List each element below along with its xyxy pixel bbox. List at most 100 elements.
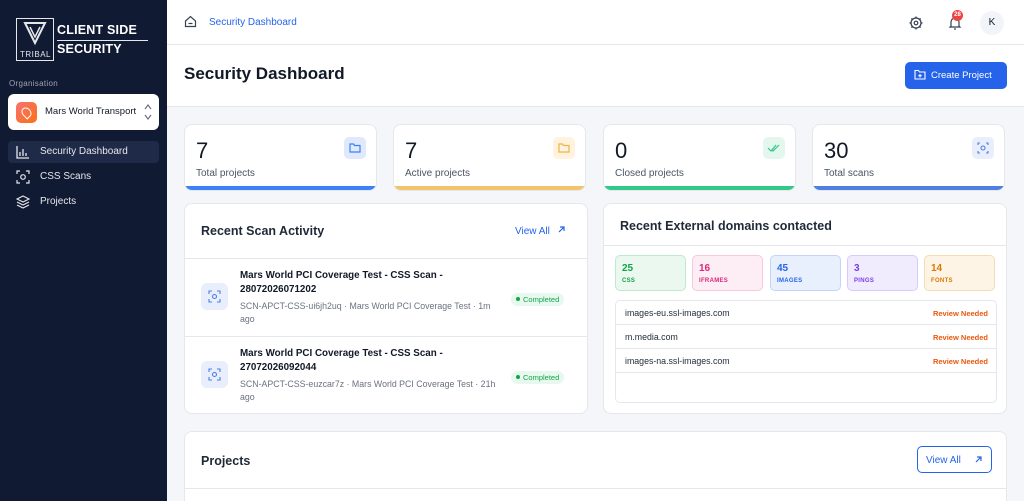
nav-label: Security Dashboard [40,146,128,157]
create-project-label: Create Project [931,70,992,81]
stat-accent-bar [394,186,585,190]
tile-label: FONTS [931,278,953,284]
divider [604,245,1006,246]
nav-label: Projects [40,196,77,207]
tile-count: 45 [777,263,789,274]
scan-icon [972,137,994,159]
tile-label: IMAGES [777,278,803,284]
domain-tile-pings[interactable]: 3 PINGS [847,255,918,291]
scan-icon [201,361,228,388]
stat-value: 7 [196,138,209,163]
folder-icon [553,137,575,159]
scan-icon [16,170,30,184]
page-header: Security Dashboard Create Project [167,45,1024,107]
domain-tile-images[interactable]: 45 IMAGES [770,255,841,291]
view-all-projects-button[interactable]: View All [917,446,992,473]
shield-logo-icon: TRIBAL [16,18,54,61]
org-name: Mars World Transport [45,106,137,117]
top-bar: Security Dashboard 28 K [167,0,1024,45]
nav-projects[interactable]: Projects [8,191,159,213]
nav-security-dashboard[interactable]: Security Dashboard [8,141,159,163]
tile-label: CSS [622,278,636,284]
recent-scan-activity-panel: Recent Scan Activity View All Mars World… [184,203,588,414]
status-badge: Completed [511,293,565,306]
arrow-up-right-icon [558,226,565,233]
external-domains-panel: Recent External domains contacted 25 CSS… [603,203,1007,414]
user-avatar[interactable]: K [980,11,1004,35]
sidebar: TRIBAL CLIENT SIDE SECURITY Organisation… [0,0,167,501]
status-dot-icon [516,375,520,379]
stat-accent-bar [604,186,795,190]
panel-title: Projects [201,454,251,468]
scan-row[interactable]: Mars World PCI Coverage Test - CSS Scan … [185,336,587,413]
domain-name: images-eu.ssl-images.com [625,308,730,318]
tile-count: 16 [699,263,711,274]
stat-card-closed-projects: 0 Closed projects [603,124,796,191]
brand-tag: TRIBAL [20,50,52,59]
domain-name: images-na.ssl-images.com [625,356,730,366]
tile-count: 3 [854,263,860,274]
arrow-up-right-icon [975,456,982,463]
status-badge: Completed [511,371,565,384]
org-avatar [16,102,37,123]
scan-title: Mars World PCI Coverage Test - CSS Scan … [240,270,443,295]
scan-meta: SCN-APCT-CSS-ui6jh2uq · Mars World PCI C… [240,301,491,324]
domain-row[interactable]: images-eu.ssl-images.com Review Needed [616,301,996,325]
layers-icon [15,195,31,209]
main-content: Security Dashboard 28 K Security Dashboa… [167,0,1024,501]
scan-title: Mars World PCI Coverage Test - CSS Scan … [240,348,443,373]
page-title: Security Dashboard [184,64,345,83]
divider [185,488,1006,489]
stat-value: 30 [824,138,849,163]
stat-card-total-scans: 30 Total scans [812,124,1005,191]
stat-label: Closed projects [615,168,684,179]
brand-line-1: CLIENT SIDE [57,23,137,37]
scan-meta: SCN-APCT-CSS-euzcar7z · Mars World PCI C… [240,379,496,402]
domain-tile-css[interactable]: 25 CSS [615,255,686,291]
tile-count: 25 [622,263,634,274]
stat-accent-bar [813,186,1004,190]
folder-plus-icon [914,69,926,83]
bar-chart-icon [16,145,30,159]
stat-value: 0 [615,138,628,163]
create-project-button[interactable]: Create Project [905,62,1007,89]
domain-name: m.media.com [625,332,678,342]
review-status: Review Needed [932,309,988,318]
domain-tile-fonts[interactable]: 14 FONTS [924,255,995,291]
view-all-label: View All [926,455,961,466]
brand-line-2: SECURITY [57,42,122,56]
domain-row[interactable]: m.media.com Review Needed [616,325,996,349]
org-selector[interactable]: Mars World Transport [8,94,159,130]
home-icon[interactable] [184,15,197,33]
breadcrumb[interactable]: Security Dashboard [209,17,297,28]
domain-row[interactable]: images-na.ssl-images.com Review Needed [616,349,996,373]
stat-value: 7 [405,138,418,163]
folder-icon [344,137,366,159]
tile-label: IFRAMES [699,278,729,284]
gear-icon[interactable] [904,11,928,35]
nav-css-scans[interactable]: CSS Scans [8,166,159,188]
status-dot-icon [516,297,520,301]
status-label: Completed [523,295,560,304]
brand-logo[interactable]: TRIBAL CLIENT SIDE SECURITY [16,18,151,62]
org-label: Organisation [9,79,58,88]
view-all-label: View All [515,226,550,237]
tile-label: PINGS [854,278,875,284]
tile-count: 14 [931,263,943,274]
stat-label: Active projects [405,168,471,179]
nav-label: CSS Scans [40,171,92,182]
stat-accent-bar [185,186,376,190]
view-all-scans-link[interactable]: View All [515,225,566,237]
status-label: Completed [523,373,560,382]
stat-label: Total scans [824,168,875,179]
projects-panel: Projects View All [184,431,1007,501]
scan-row[interactable]: Mars World PCI Coverage Test - CSS Scan … [185,258,587,336]
domain-tile-iframes[interactable]: 16 IFRAMES [692,255,763,291]
scan-icon [201,283,228,310]
stat-card-active-projects: 7 Active projects [393,124,586,191]
panel-title: Recent External domains contacted [620,219,832,233]
chevron-up-down-icon [143,100,153,124]
notifications-button[interactable]: 28 [943,10,967,35]
panel-title: Recent Scan Activity [201,224,325,238]
double-check-icon [763,137,785,159]
